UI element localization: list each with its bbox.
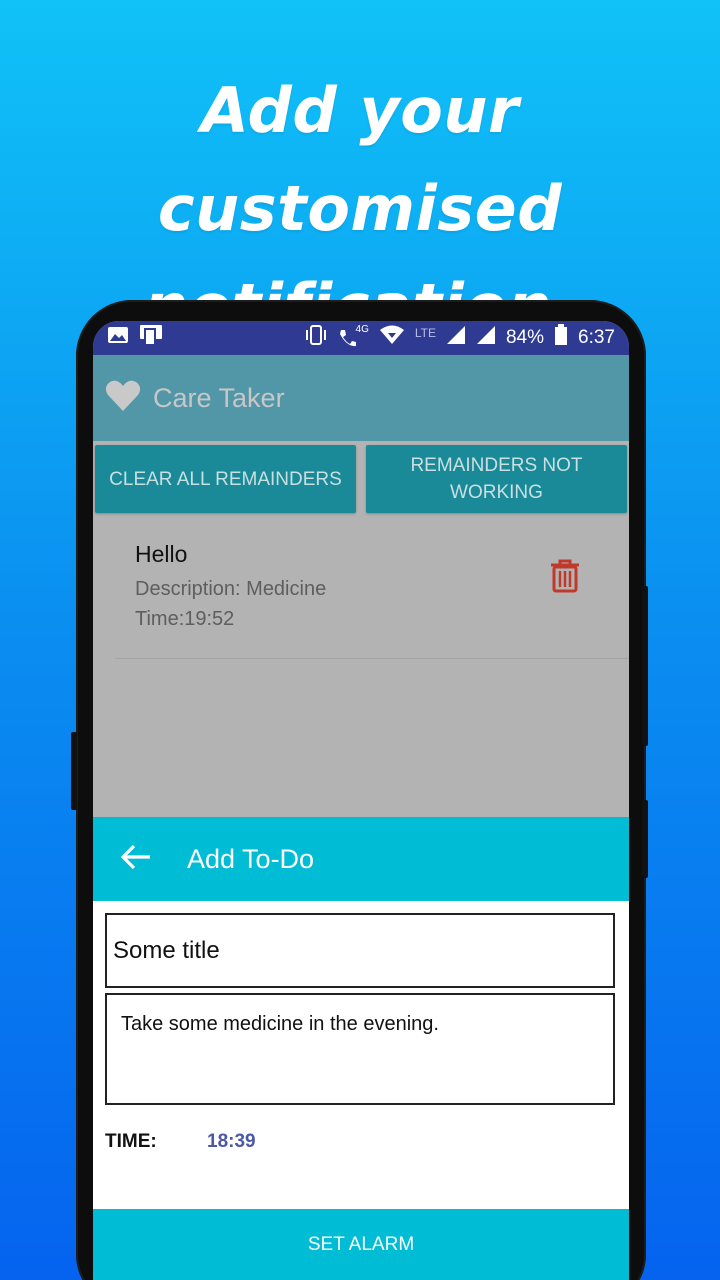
list-item[interactable]: Hello Description: Medicine Time:19:52 [115,513,629,659]
top-button-row: CLEAR ALL REMAINDERS REMAINDERS NOT WORK… [93,441,629,513]
wifi-icon [379,325,405,351]
battery-icon [554,324,568,352]
time-value[interactable]: 18:39 [207,1131,256,1153]
add-todo-toolbar: Add To-Do [93,817,629,901]
trash-icon[interactable] [549,559,581,598]
app-title: Care Taker [153,382,285,413]
reminder-time: Time:19:52 [135,608,235,630]
battery-percent: 84% [505,327,545,348]
todo-description-input[interactable]: Take some medicine in the evening. [105,993,615,1105]
phone-side-button-right-top [642,586,648,746]
network-4g-label: 4G [355,324,369,335]
phone-screen: 4G LTE 84% 6:37 Care Taker CLEAR ALL REM… [93,321,629,1280]
promo-line-1: Add your customised [157,74,563,245]
app-bar: Care Taker [93,355,629,441]
vibrate-icon [304,324,328,352]
clear-all-reminders-button[interactable]: CLEAR ALL REMAINDERS [95,445,356,513]
time-label: TIME: [105,1131,157,1152]
image-icon [107,325,129,351]
status-bar: 4G LTE 84% 6:37 [93,321,629,355]
add-todo-title: Add To-Do [187,843,315,874]
set-alarm-button[interactable]: SET ALARM [93,1209,629,1280]
reminders-not-working-button[interactable]: REMAINDERS NOT WORKING [366,445,627,513]
phone-side-button-right-bottom [642,800,648,878]
wifi-call-icon: 4G [338,324,369,348]
signal-icon-2 [476,325,496,351]
add-todo-sheet: Add To-Do Some title Take some medicine … [93,817,629,1280]
clock-time: 6:37 [578,327,615,348]
lte-label: LTE [414,326,436,340]
back-arrow-icon[interactable] [120,844,151,875]
heart-icon [105,380,141,417]
signal-icon [446,325,466,351]
todo-title-input[interactable]: Some title [105,913,615,988]
phone-side-button-left [71,732,77,810]
screencast-icon [139,324,163,352]
